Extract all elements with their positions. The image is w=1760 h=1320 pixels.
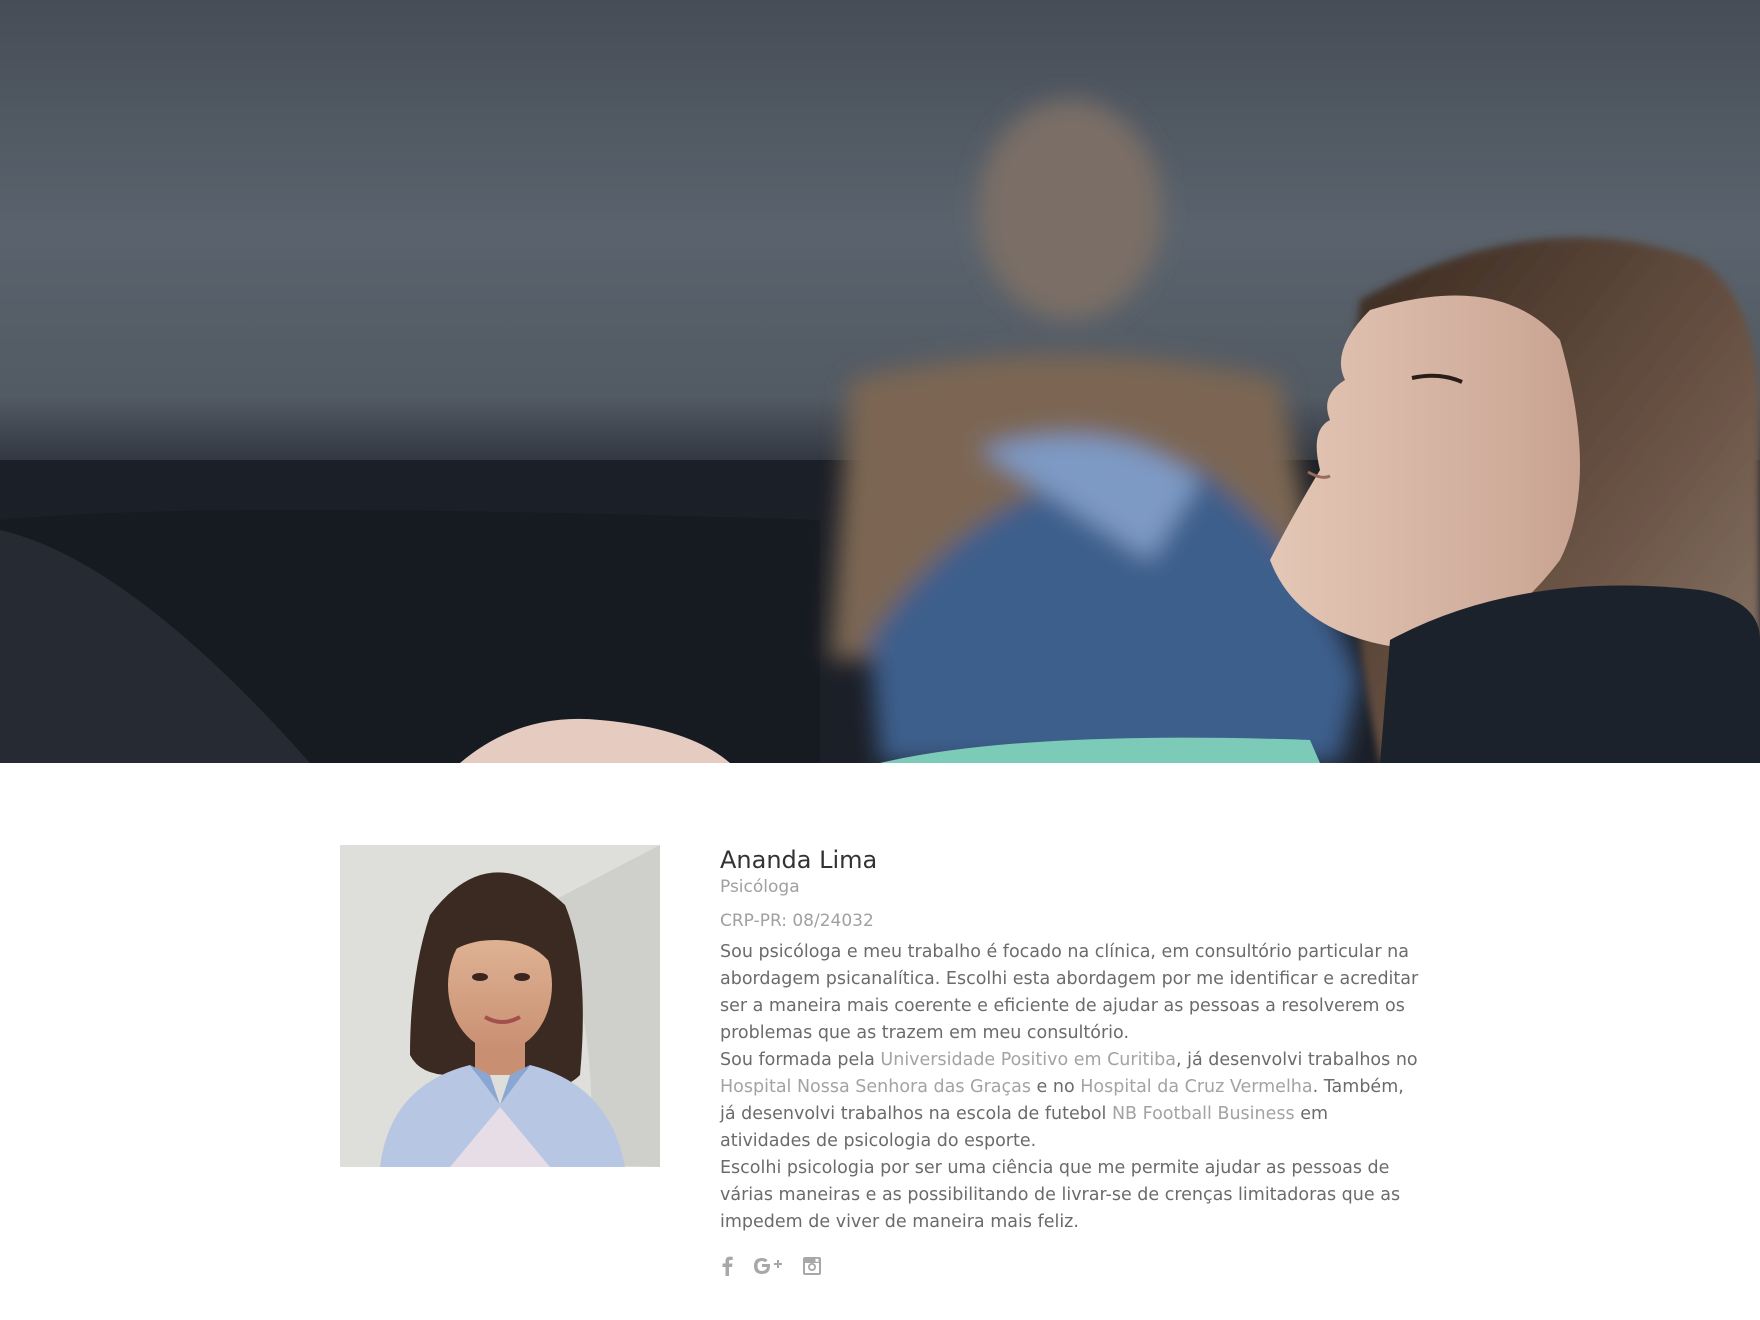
google-plus-icon[interactable]	[752, 1256, 784, 1276]
bio-text: e no	[1030, 1077, 1081, 1097]
profile-info: Ananda Lima Psicóloga CRP-PR: 08/24032 S…	[720, 845, 1420, 1276]
profile-crp: CRP-PR: 08/24032	[720, 911, 874, 931]
profile-photo	[340, 845, 660, 1167]
bio-paragraph-1: Sou psicóloga e meu trabalho é focado na…	[720, 942, 1419, 1043]
bio-paragraph-2: Sou formada pela Universidade Positivo e…	[720, 1047, 1420, 1155]
social-links	[720, 1256, 1420, 1276]
hero-illustration	[0, 100, 1760, 763]
profile-name: Ananda Lima	[720, 846, 878, 874]
link-universidade-positivo[interactable]: Universidade Positivo em Curitiba	[880, 1050, 1176, 1070]
hero-image	[0, 0, 1760, 763]
link-hospital-cruz-vermelha[interactable]: Hospital da Cruz Vermelha	[1080, 1077, 1312, 1097]
bio-paragraph-3: Escolhi psicologia por ser uma ciência q…	[720, 1158, 1401, 1232]
portrait-illustration	[340, 845, 660, 1167]
bio-text: Sou formada pela	[720, 1050, 881, 1070]
facebook-icon[interactable]	[720, 1256, 734, 1276]
profile-section: Ananda Lima Psicóloga CRP-PR: 08/24032 S…	[340, 845, 1420, 1285]
profile-bio: Sou psicóloga e meu trabalho é focado na…	[720, 939, 1420, 1236]
instagram-icon[interactable]	[802, 1256, 822, 1276]
link-nb-football[interactable]: NB Football Business	[1112, 1104, 1295, 1124]
link-hospital-nossa-senhora[interactable]: Hospital Nossa Senhora das Graças	[720, 1077, 1031, 1097]
profile-role: Psicóloga	[720, 877, 800, 897]
bio-text: , já desenvolvi trabalhos no	[1176, 1050, 1418, 1070]
